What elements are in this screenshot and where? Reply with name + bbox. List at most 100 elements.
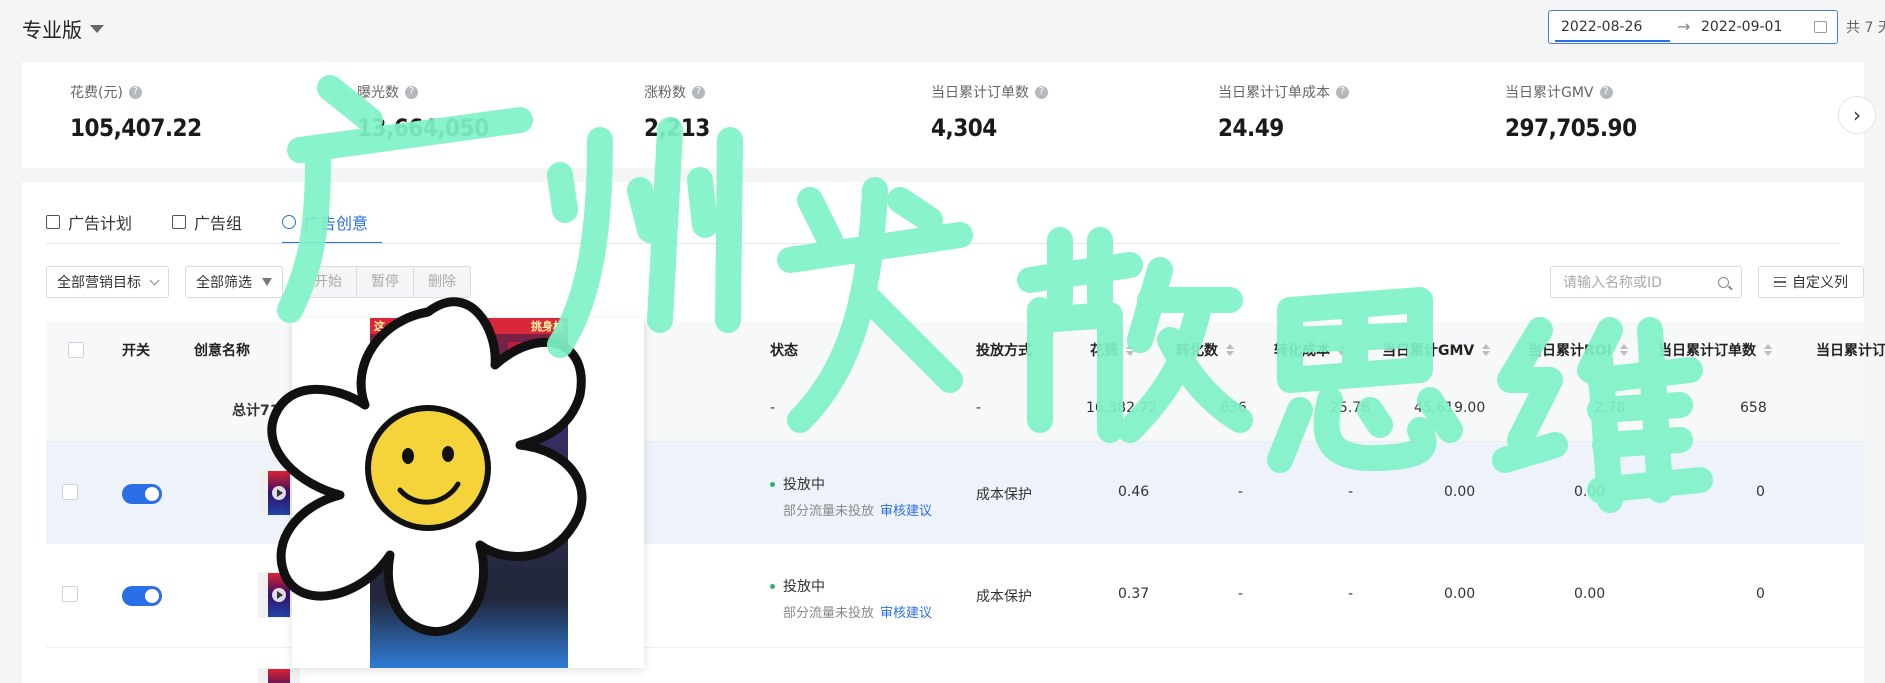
arrow-right-icon: → (1677, 17, 1691, 36)
status-text: 投放中 (783, 477, 825, 493)
flower-sticker (267, 297, 587, 636)
total-days-label: 共 7 天 (1846, 20, 1885, 36)
col-label: 投放方式 (976, 343, 1032, 359)
metric-value: 297,705.90 (1505, 114, 1637, 142)
cell-orders: 0 (1756, 484, 1765, 500)
metric-value: 2,213 (644, 114, 710, 142)
cell-method: - (976, 400, 982, 416)
cell-method: 成本保护 (976, 487, 1032, 503)
status-sub: 部分流量未投放 (783, 504, 875, 519)
row-checkbox[interactable] (62, 484, 78, 500)
metric-order-cost[interactable]: 当日累计订单成本? 24.49 (1218, 82, 1349, 142)
date-start-active-indicator (1555, 40, 1670, 42)
status-toggle[interactable] (122, 484, 162, 504)
sort-icon (1764, 344, 1772, 356)
date-range-picker[interactable]: 2022-08-26 → 2022-09-01 (1548, 10, 1838, 44)
tab-ad-plan[interactable]: 广告计划 (46, 202, 146, 242)
edition-selector[interactable]: 专业版 (22, 14, 104, 43)
review-suggestion-link[interactable]: 审核建议 (880, 606, 932, 621)
row-checkbox[interactable] (62, 586, 78, 602)
tab-bar: 广告计划 广告组 广告创意 (46, 202, 408, 244)
metric-label: 涨粉数 (644, 85, 686, 101)
cell-roi: 0.00 (1574, 586, 1606, 602)
tab-label: 广告创意 (304, 214, 369, 233)
help-icon[interactable]: ? (692, 85, 705, 99)
cell-cost: 0.46 (1118, 484, 1150, 500)
custom-columns-button[interactable]: 自定义列 (1758, 266, 1864, 298)
cell-roi: 2.78 (1594, 400, 1626, 416)
sort-icon (1338, 344, 1346, 356)
status-sub: 部分流量未投放 (783, 606, 875, 621)
metric-value: 105,407.22 (70, 114, 202, 142)
col-conv-cost[interactable]: 转化成本 (1274, 340, 1346, 360)
col-roi[interactable]: 当日累计ROI (1528, 340, 1628, 360)
top-bar: 专业版 2022-08-26 → 2022-09-01 共 7 天 (0, 0, 1885, 55)
col-conversions[interactable]: 转化数 (1176, 340, 1234, 360)
caret-down-icon (90, 24, 104, 33)
metric-label: 花费(元) (70, 85, 123, 101)
col-label: 当日累计GMV (1382, 343, 1475, 359)
metric-orders[interactable]: 当日累计订单数? 4,304 (931, 82, 1048, 142)
metric-impressions[interactable]: 曝光数? 13,664,050 (357, 82, 489, 142)
metric-value: 24.49 (1218, 114, 1284, 142)
cell-status: - (770, 400, 776, 416)
sort-icon (1126, 344, 1134, 356)
tab-label: 广告组 (194, 214, 243, 233)
cell-gmv: 45,619.00 (1414, 400, 1486, 416)
marketing-target-select[interactable]: 全部营销目标 (46, 266, 169, 298)
cell-cost: 16,382.72 (1086, 400, 1158, 416)
edition-label: 专业版 (22, 18, 82, 42)
calendar-icon (1814, 21, 1827, 33)
sort-icon (1619, 344, 1628, 356)
review-suggestion-link[interactable]: 审核建议 (880, 504, 932, 519)
date-start-input[interactable]: 2022-08-26 (1561, 19, 1642, 35)
search-input[interactable]: 请输入名称或ID (1550, 266, 1742, 298)
status-toggle[interactable] (122, 586, 162, 606)
button-label: 自定义列 (1792, 275, 1848, 291)
help-icon[interactable]: ? (128, 85, 142, 99)
metric-label: 当日累计订单数 (931, 85, 1029, 101)
sort-icon (1482, 344, 1491, 356)
search-placeholder: 请输入名称或ID (1563, 275, 1662, 291)
col-orders[interactable]: 当日累计订单数 (1658, 340, 1772, 360)
help-icon[interactable]: ? (405, 85, 418, 99)
cell-conv-cost: - (1348, 586, 1354, 602)
cell-cost: 0.37 (1118, 586, 1150, 602)
cell-orders: 0 (1756, 586, 1765, 602)
metric-gmv[interactable]: 当日累计GMV? 297,705.90 (1505, 82, 1637, 142)
status-dot (770, 481, 775, 487)
search-icon (1718, 276, 1729, 288)
help-icon[interactable]: ? (1336, 85, 1349, 99)
folder-icon (172, 215, 187, 229)
tab-ad-group[interactable]: 广告组 (172, 202, 256, 242)
col-gmv[interactable]: 当日累计GMV (1382, 340, 1491, 360)
cell-method: 成本保护 (976, 589, 1032, 605)
metric-value: 13,664,050 (357, 114, 489, 142)
metrics-panel: 花费(元)? 105,407.22 曝光数? 13,664,050 涨粉数? 2… (22, 62, 1876, 168)
cell-gmv: 0.00 (1444, 586, 1476, 602)
settings-icon (1774, 277, 1786, 287)
status-dot (770, 583, 775, 589)
chevron-right-icon: › (1853, 103, 1861, 127)
col-method[interactable]: 投放方式 (976, 340, 1032, 360)
sort-icon (1226, 344, 1234, 356)
col-label: 当日累计ROI (1528, 343, 1612, 359)
help-icon[interactable]: ? (1035, 85, 1048, 99)
tab-ad-creative[interactable]: 广告创意 (282, 202, 383, 244)
next-metrics-button[interactable]: › (1838, 96, 1876, 134)
chevron-down-icon (149, 275, 160, 285)
metric-cost[interactable]: 花费(元)? 105,407.22 (70, 82, 202, 142)
col-cost[interactable]: 花费 (1090, 340, 1134, 360)
cell-orders: 658 (1740, 400, 1767, 416)
col-label: 花费 (1090, 343, 1118, 359)
cell-conversions: - (1238, 484, 1244, 500)
col-status: 状态 (770, 343, 798, 359)
help-icon[interactable]: ? (1599, 85, 1613, 99)
metric-label: 曝光数 (357, 85, 399, 101)
status-text: 投放中 (783, 579, 825, 595)
metric-label: 当日累计订单成本 (1218, 85, 1330, 101)
select-all-checkbox[interactable] (68, 342, 84, 358)
date-end-input[interactable]: 2022-09-01 (1701, 19, 1782, 35)
metric-followers[interactable]: 涨粉数? 2,213 (644, 82, 710, 142)
col-label: 当日累计订单数 (1658, 343, 1756, 359)
